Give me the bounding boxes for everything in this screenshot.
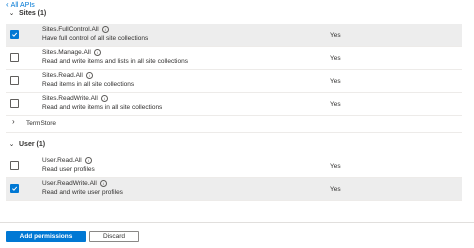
permission-description: Read and write items and lists in all si… [42, 58, 188, 65]
chevron-left-icon: ‹ [6, 0, 9, 9]
all-apis-link[interactable]: ‹ All APIs [6, 1, 35, 9]
permission-checkbox[interactable] [10, 53, 19, 62]
permission-description: Read items in all site collections [42, 81, 135, 88]
permission-description: Read and write items in all site collect… [42, 104, 163, 111]
permission-name: Sites.Manage.All i [42, 49, 101, 56]
admin-consent-value: Yes [330, 32, 341, 39]
permission-row[interactable]: Sites.ReadWrite.All i Read and write ite… [6, 93, 462, 116]
info-icon[interactable]: i [84, 157, 92, 164]
permission-checkbox[interactable] [10, 184, 19, 193]
group-title-user: User (1) [19, 140, 46, 148]
permission-name: Sites.FullControl.All i [42, 26, 109, 33]
permission-row[interactable]: User.Read.All i Read user profiles Yes [6, 155, 462, 178]
permission-name-text: Sites.ReadWrite.All [42, 95, 98, 102]
permission-checkbox[interactable] [10, 30, 19, 39]
permission-name: Sites.Read.All i [42, 72, 93, 79]
info-icon[interactable]: i [100, 95, 108, 102]
permission-name-text: User.ReadWrite.All [42, 180, 97, 187]
permission-name-text: Sites.Read.All [42, 72, 83, 79]
permission-description: Read and write user profiles [42, 189, 123, 196]
group-header-termstore[interactable]: › TermStore [6, 116, 462, 133]
group-title-termstore: TermStore [26, 120, 56, 127]
all-apis-label: All APIs [10, 1, 35, 9]
permission-name: User.ReadWrite.All i [42, 180, 107, 187]
add-permissions-button[interactable]: Add permissions [6, 231, 86, 242]
chevron-down-icon: ⌄ [8, 141, 15, 148]
permission-name: Sites.ReadWrite.All i [42, 95, 108, 102]
chevron-down-icon: ⌄ [8, 10, 15, 17]
permission-name-text: User.Read.All [42, 157, 82, 164]
permission-description: Have full control of all site collection… [42, 35, 149, 42]
checkmark-icon [12, 186, 18, 191]
info-icon[interactable]: i [85, 72, 93, 79]
permission-description: Read user profiles [42, 166, 95, 173]
group-header-user[interactable]: ⌄ User (1) [8, 140, 46, 149]
permission-name-text: Sites.FullControl.All [42, 26, 99, 33]
checkmark-icon [12, 32, 18, 37]
permission-checkbox[interactable] [10, 99, 19, 108]
admin-consent-value: Yes [330, 78, 341, 85]
admin-consent-value: Yes [330, 101, 341, 108]
permission-row[interactable]: Sites.FullControl.All i Have full contro… [6, 24, 462, 47]
permission-name-text: Sites.Manage.All [42, 49, 91, 56]
admin-consent-value: Yes [330, 163, 341, 170]
info-icon[interactable]: i [101, 26, 109, 33]
permission-name: User.Read.All i [42, 157, 92, 164]
info-icon[interactable]: i [93, 49, 101, 56]
chevron-right-icon: › [12, 117, 15, 126]
admin-consent-value: Yes [330, 55, 341, 62]
permission-row[interactable]: User.ReadWrite.All i Read and write user… [6, 178, 462, 201]
group-title-sites: Sites (1) [19, 9, 47, 17]
discard-button[interactable]: Discard [89, 231, 139, 242]
permission-row[interactable]: Sites.Read.All i Read items in all site … [6, 70, 462, 93]
info-icon[interactable]: i [99, 180, 107, 187]
permission-checkbox[interactable] [10, 76, 19, 85]
group-header-sites[interactable]: ⌄ Sites (1) [8, 9, 47, 18]
footer-divider [0, 222, 474, 223]
permission-row[interactable]: Sites.Manage.All i Read and write items … [6, 47, 462, 70]
admin-consent-value: Yes [330, 186, 341, 193]
permission-checkbox[interactable] [10, 161, 19, 170]
